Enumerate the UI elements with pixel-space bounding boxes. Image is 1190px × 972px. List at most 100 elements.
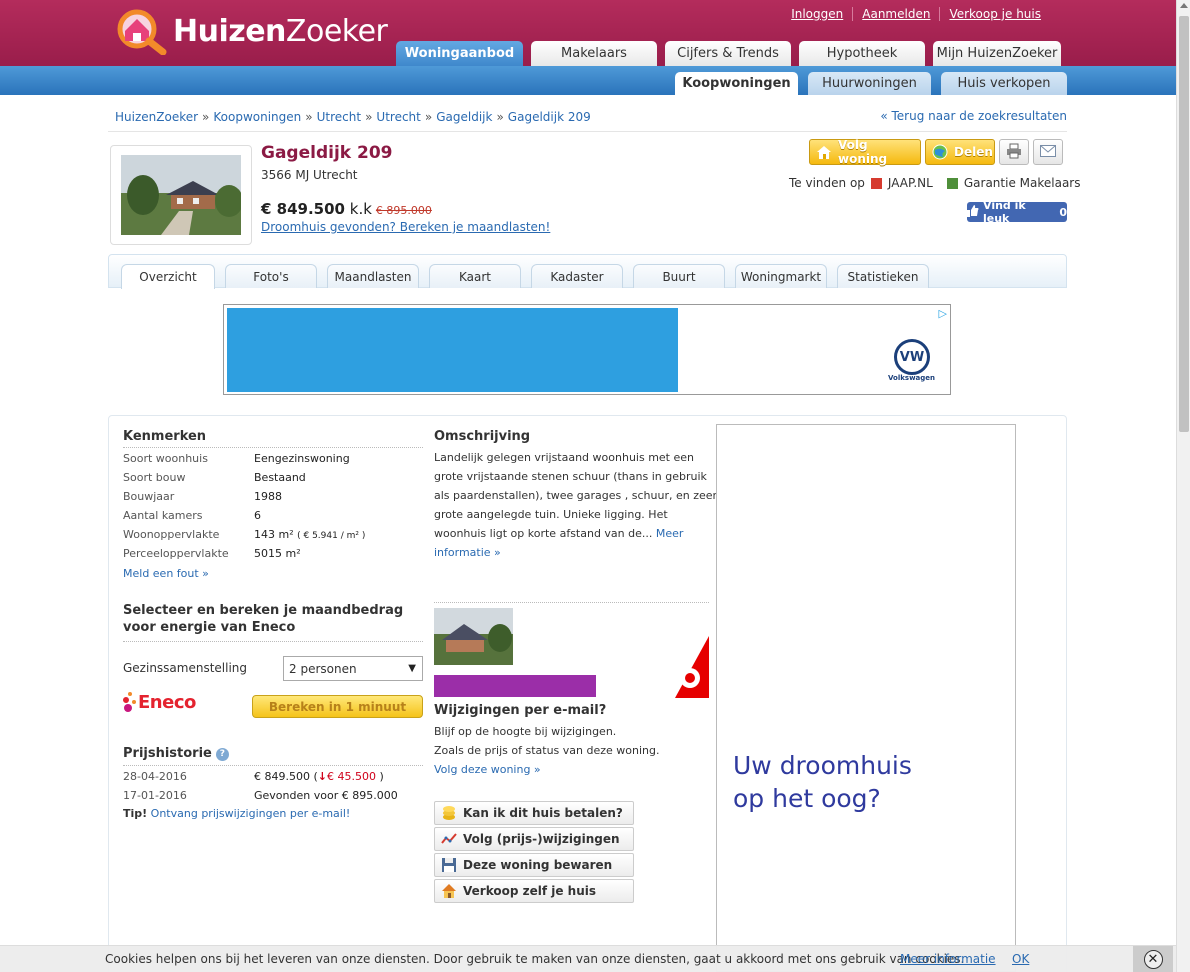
ad-brand-label: Volkswagen (888, 374, 935, 382)
old-price: € 895.000 (375, 204, 432, 217)
breadcrumb-item[interactable]: Koopwoningen (213, 110, 301, 124)
description-line: woonhuis ligt op korte afstand van de...… (434, 524, 683, 543)
sidebar-advertisement[interactable]: Uw droomhuis op het oog? (716, 424, 1016, 972)
tab-fotos[interactable]: Foto's (225, 264, 317, 288)
ad-choices-icon[interactable]: ▷ (939, 307, 947, 320)
share-button[interactable]: Delen (925, 139, 995, 165)
feature-value: 143 m² ( € 5.941 / m² ) (254, 528, 365, 541)
ad-house-thumbnail[interactable] (434, 608, 513, 665)
follow-changes-button[interactable]: Volg (prijs-)wijzigingen (434, 827, 634, 851)
history-date: 28-04-2016 (123, 770, 187, 783)
calculate-energy-button[interactable]: Bereken in 1 minuut (252, 695, 423, 718)
description-last-line: woonhuis ligt op korte afstand van de... (434, 527, 653, 540)
monthly-costs-link[interactable]: Droomhuis gevonden? Bereken je maandlast… (261, 220, 550, 234)
tab-buurt[interactable]: Buurt (633, 264, 725, 288)
scrollbar-thumb[interactable] (1179, 16, 1189, 432)
cookie-ok-button[interactable]: OK (1012, 952, 1029, 966)
page-scrollbar[interactable] (1176, 0, 1190, 972)
property-photo[interactable] (121, 155, 241, 235)
breadcrumb-item[interactable]: Gageldijk 209 (508, 110, 591, 124)
tab-mijn-huizenzoeker[interactable]: Mijn HuizenZoeker (933, 41, 1061, 66)
history-price: € 849.500 ( (254, 770, 318, 783)
tab-maandlasten[interactable]: Maandlasten (327, 264, 419, 288)
feature-label: Perceeloppervlakte (123, 547, 229, 560)
feature-value: 1988 (254, 490, 282, 503)
globe-icon (932, 144, 948, 160)
cookie-more-info-link[interactable]: Meer informatie (900, 952, 996, 966)
feature-value: Bestaand (254, 471, 306, 484)
follow-property-button[interactable]: Volg woning (809, 138, 921, 166)
report-error-link[interactable]: Meld een fout » (123, 564, 209, 583)
back-to-results-link[interactable]: « Terug naar de zoekresultaten (880, 109, 1067, 123)
advertisement-banner[interactable]: VW Volkswagen ▷ (223, 304, 951, 395)
feature-value: 5015 m² (254, 547, 301, 560)
price-alert-link[interactable]: Ontvang prijswijzigingen per e-mail! (151, 807, 351, 820)
thumbs-up-icon (967, 204, 979, 220)
login-link[interactable]: Inloggen (782, 7, 852, 21)
jaap-link[interactable]: JAAP.NL (888, 176, 933, 190)
save-property-button[interactable]: Deze woning bewaren (434, 853, 634, 877)
tab-kadaster[interactable]: Kadaster (531, 264, 623, 288)
tab-woningmarkt[interactable]: Woningmarkt (735, 264, 827, 288)
feature-label: Aantal kamers (123, 509, 203, 522)
description-line: grote aangelegde tuin. Unieke ligging. H… (434, 508, 668, 521)
tab-huis-verkopen[interactable]: Huis verkopen (941, 72, 1067, 95)
affordability-button[interactable]: Kan ik dit huis betalen? (434, 801, 634, 825)
sidebar-ad-line: op het oog? (733, 784, 881, 813)
follow-property-link[interactable]: Volg deze woning » (434, 760, 541, 779)
tab-makelaars[interactable]: Makelaars (531, 41, 657, 66)
tab-huurwoningen[interactable]: Huurwoningen (808, 72, 931, 95)
breadcrumb-separator: » (202, 110, 210, 124)
tab-overzicht[interactable]: Overzicht (121, 264, 215, 289)
history-value: Gevonden voor € 895.000 (254, 789, 398, 802)
site-logo[interactable]: HuizenZoeker (113, 6, 393, 56)
print-button[interactable] (999, 139, 1029, 165)
email-button[interactable] (1033, 139, 1063, 165)
household-select[interactable]: 2 personen ▼ (283, 656, 423, 681)
ad-image[interactable] (227, 308, 678, 392)
alerts-title: Wijzigingen per e-mail? (434, 703, 607, 718)
fb-like-count: 0 (1059, 205, 1067, 219)
breadcrumb: HuizenZoeker» Koopwoningen» Utrecht» Utrech… (115, 110, 591, 124)
tab-koopwoningen[interactable]: Koopwoningen (675, 72, 798, 95)
more-info-link[interactable]: informatie » (434, 543, 501, 562)
description-line: Landelijk gelegen vrijstaand woonhuis me… (434, 451, 694, 464)
cookie-close-button[interactable]: ✕ (1133, 946, 1173, 972)
property-photo-frame[interactable] (110, 145, 252, 245)
house-magnifier-icon (113, 7, 171, 56)
detail-tabs: Overzicht Foto's Maandlasten Kaart Kadas… (121, 264, 929, 289)
coins-icon (441, 805, 457, 821)
vodafone-logo-icon[interactable] (675, 636, 709, 698)
register-link[interactable]: Aanmelden (852, 7, 939, 21)
price-down-arrow-icon: ↓ (317, 770, 327, 783)
feature-value: Eengezinswoning (254, 452, 350, 465)
ad-cta-bar[interactable] (434, 675, 596, 697)
feature-label: Woonoppervlakte (123, 528, 220, 541)
garantie-makelaars-link[interactable]: Garantie Makelaars (964, 176, 1081, 190)
tab-kaart[interactable]: Kaart (429, 264, 521, 288)
alerts-text: Zoals de prijs of status van deze woning… (434, 744, 660, 757)
tab-woningaanbod[interactable]: Woningaanbod (396, 41, 523, 66)
help-icon[interactable]: ? (215, 748, 229, 761)
save-property-label: Deze woning bewaren (463, 858, 613, 872)
tab-hypotheek[interactable]: Hypotheek (799, 41, 925, 66)
more-info-link[interactable]: Meer (656, 527, 684, 540)
breadcrumb-item[interactable]: Gageldijk (436, 110, 492, 124)
breadcrumb-item[interactable]: HuizenZoeker (115, 110, 198, 124)
divider (123, 447, 423, 448)
house-icon (441, 883, 457, 899)
household-select-value: 2 personen (289, 661, 357, 676)
sidebar-ad-text: Uw droomhuis op het oog? (733, 749, 912, 815)
facebook-like-button[interactable]: Vind ik leuk 0 (967, 199, 1067, 225)
features-title: Kenmerken (123, 429, 207, 444)
follow-changes-label: Volg (prijs-)wijzigingen (463, 832, 620, 846)
breadcrumb-item[interactable]: Utrecht (317, 110, 361, 124)
breadcrumb-item[interactable]: Utrecht (376, 110, 420, 124)
sell-yourself-label: Verkoop zelf je huis (463, 884, 597, 898)
tab-cijfers-trends[interactable]: Cijfers & Trends (665, 41, 791, 66)
scroll-up-arrow-icon[interactable] (1180, 3, 1188, 8)
tab-statistieken[interactable]: Statistieken (837, 264, 929, 288)
sell-yourself-button[interactable]: Verkoop zelf je huis (434, 879, 634, 903)
fb-like-label: Vind ik leuk (983, 199, 1026, 225)
sell-house-link[interactable]: Verkoop je huis (939, 7, 1050, 21)
